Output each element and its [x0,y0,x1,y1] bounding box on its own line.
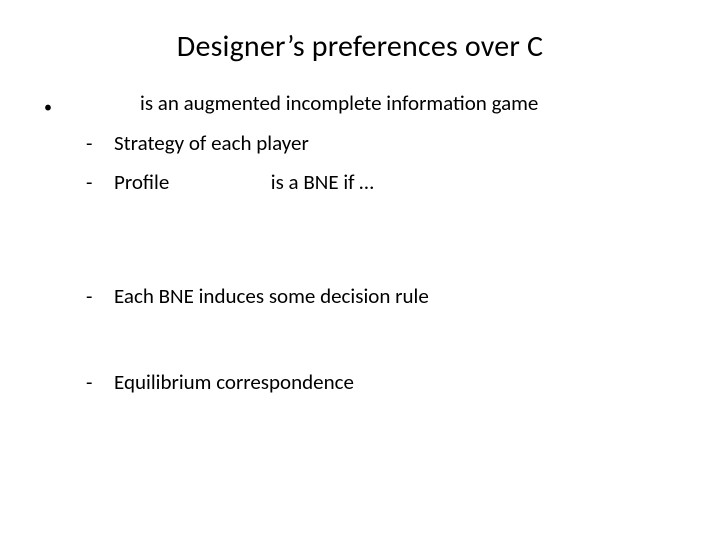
dash-icon: - [86,168,92,196]
sub-text: Equilibrium correspondence [114,369,354,395]
bullet-lvl1: • is an augmented incomplete information… [44,89,680,117]
bullet-dot-icon: • [44,97,52,119]
sub-text-bne: is a BNE if … [271,169,374,195]
slide-body: • is an augmented incomplete information… [0,89,720,397]
slide-title: Designer’s preferences over C [0,28,720,65]
dash-icon: - [86,129,92,157]
sub-text: Each BNE induces some decision rule [114,283,429,309]
sub-item-profile: - Profile is a BNE if … [44,168,680,196]
sub-text: Strategy of each player [114,130,309,156]
dash-icon: - [86,368,92,396]
sub-text-profile: Profile [114,168,266,196]
lvl1-text: is an augmented incomplete information g… [140,90,538,116]
sub-item-equilibrium: - Equilibrium correspondence [44,368,680,396]
slide: Designer’s preferences over C • is an au… [0,0,720,540]
sub-item-bne-decision: - Each BNE induces some decision rule [44,282,680,310]
sub-item-strategy: - Strategy of each player [44,129,680,157]
dash-icon: - [86,282,92,310]
